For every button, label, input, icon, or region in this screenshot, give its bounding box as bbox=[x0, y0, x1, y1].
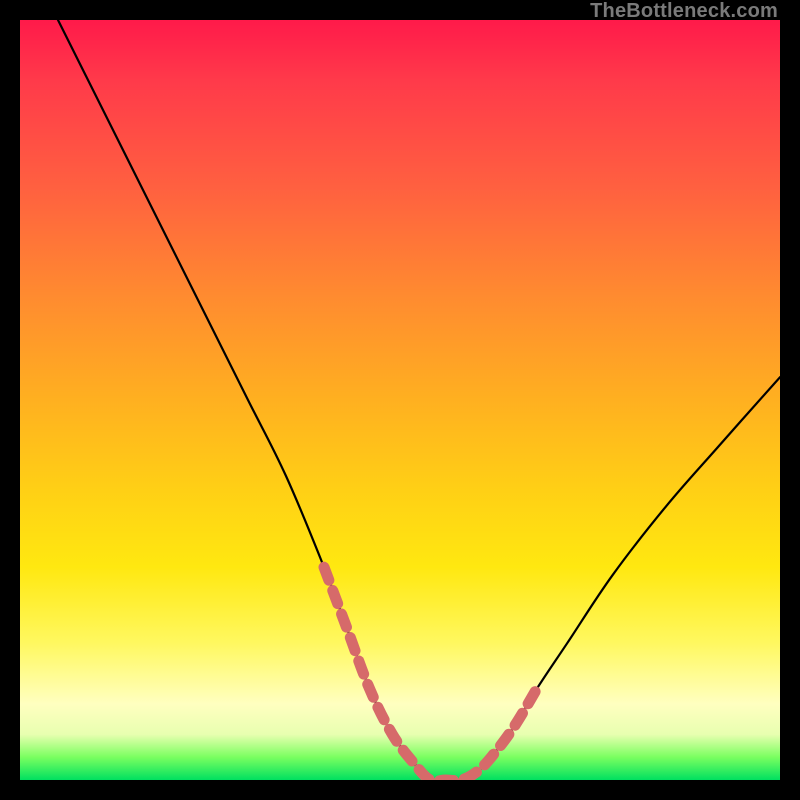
valley-highlight bbox=[324, 567, 537, 780]
chart-stage: TheBottleneck.com bbox=[0, 0, 800, 800]
bottleneck-curve bbox=[58, 20, 780, 780]
curve-layer bbox=[20, 20, 780, 780]
plot-area bbox=[20, 20, 780, 780]
